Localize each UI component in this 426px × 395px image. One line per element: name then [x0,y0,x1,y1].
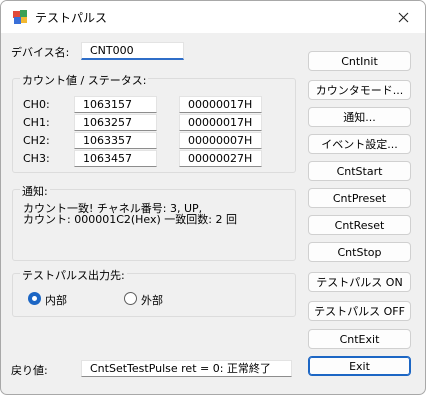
pulse-internal-label[interactable]: 内部 [45,292,67,308]
notify-button[interactable]: 通知... [308,107,411,127]
test-pulse-on-button[interactable]: テストパルス ON [308,272,411,292]
count-status-group-title: カウント値 / ステータス: [20,72,149,88]
title-bar: テストパルス [1,1,425,33]
return-value-field[interactable]: CntSetTestPulse ret = 0: 正常終了 [81,360,292,377]
notice-group-title: 通知: [20,183,50,199]
ch0-label: CH0: [23,98,50,111]
ch2-label: CH2: [23,134,50,147]
cnt-preset-button[interactable]: CntPreset [308,188,411,208]
pulse-external-radio[interactable] [124,292,137,305]
main-window: テストパルス デバイス名: CNT000 カウント値 / ステータス: CH0:… [0,0,426,395]
ch3-count-field[interactable]: 1063457 [74,150,157,167]
ch3-status-field[interactable]: 00000027H [179,150,262,167]
ch1-count-field[interactable]: 1063257 [74,114,157,131]
window-title: テストパルス [35,11,108,25]
test-pulse-off-button[interactable]: テストパルス OFF [308,301,411,321]
cnt-reset-button[interactable]: CntReset [308,215,411,235]
cnt-init-button[interactable]: CntInit [308,51,411,71]
pulse-output-group-title: テストパルス出力先: [20,267,127,283]
close-button[interactable] [381,1,425,33]
cnt-exit-button[interactable]: CntExit [308,329,411,349]
ch0-count-field[interactable]: 1063157 [74,96,157,113]
ch1-label: CH1: [23,116,50,129]
device-name-input[interactable]: CNT000 [81,42,184,60]
notice-line-2: カウント: 000001C2(Hex) 一致回数: 2 回 [23,213,238,226]
ch2-count-field[interactable]: 1063357 [74,132,157,149]
counter-mode-button[interactable]: カウンタモード... [308,80,411,100]
event-settings-button[interactable]: イベント設定... [308,134,411,154]
cnt-start-button[interactable]: CntStart [308,161,411,181]
cnt-stop-button[interactable]: CntStop [308,242,411,262]
device-name-label: デバイス名: [11,46,70,59]
close-icon [398,12,408,22]
pulse-external-label[interactable]: 外部 [141,292,163,308]
app-icon [13,10,27,24]
ch1-status-field[interactable]: 00000017H [179,114,262,131]
ch0-status-field[interactable]: 00000017H [179,96,262,113]
return-value-label: 戻り値: [11,364,48,377]
ch2-status-field[interactable]: 00000007H [179,132,262,149]
exit-button[interactable]: Exit [308,356,411,376]
pulse-internal-radio[interactable] [28,292,41,305]
ch3-label: CH3: [23,152,50,165]
